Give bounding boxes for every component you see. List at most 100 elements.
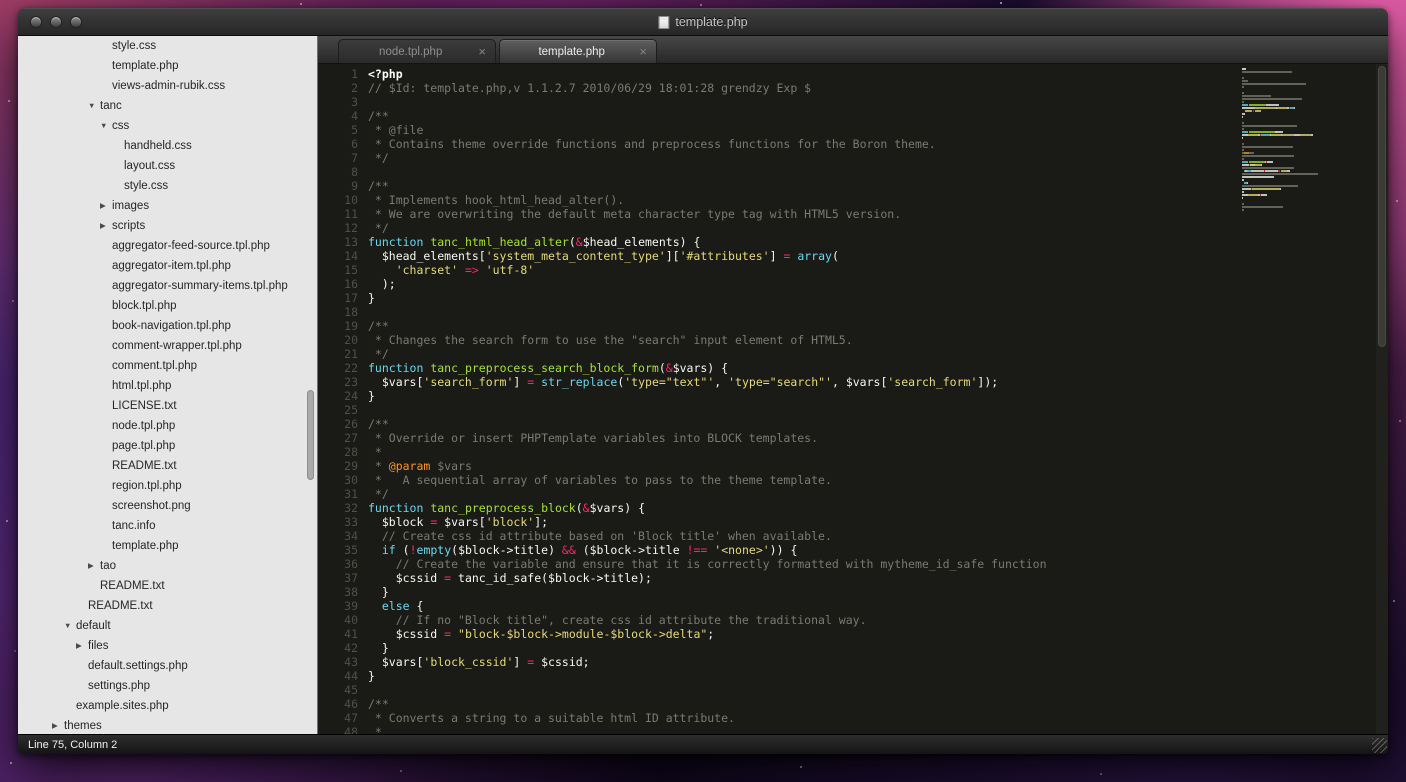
sidebar-item-images[interactable]: ▶images: [18, 196, 317, 216]
sidebar-item-handheld.css[interactable]: handheld.css: [18, 136, 317, 156]
sidebar-item-LICENSE.txt[interactable]: LICENSE.txt: [18, 396, 317, 416]
code-line-48[interactable]: *: [368, 725, 1228, 734]
sidebar-item-tanc.info[interactable]: tanc.info: [18, 516, 317, 536]
code-editor[interactable]: 1234567891011121314151617181920212223242…: [318, 64, 1388, 734]
code-line-35[interactable]: if (!empty($block->title) && ($block->ti…: [368, 543, 1228, 557]
sidebar-scrollbar-thumb[interactable]: [307, 390, 314, 480]
sidebar-item-scripts[interactable]: ▶scripts: [18, 216, 317, 236]
code-area[interactable]: <?php// $Id: template.php,v 1.1.2.7 2010…: [368, 67, 1228, 734]
sidebar-item-html.tpl.php[interactable]: html.tpl.php: [18, 376, 317, 396]
code-line-41[interactable]: $cssid = "block-$block->module-$block->d…: [368, 627, 1228, 641]
code-line-19[interactable]: /**: [368, 319, 1228, 333]
code-line-18[interactable]: [368, 305, 1228, 319]
code-line-16[interactable]: );: [368, 277, 1228, 291]
code-line-31[interactable]: */: [368, 487, 1228, 501]
code-line-46[interactable]: /**: [368, 697, 1228, 711]
sidebar-item-page.tpl.php[interactable]: page.tpl.php: [18, 436, 317, 456]
code-line-6[interactable]: * Contains theme override functions and …: [368, 137, 1228, 151]
sidebar-item-layout.css[interactable]: layout.css: [18, 156, 317, 176]
code-line-34[interactable]: // Create css id attribute based on 'Blo…: [368, 529, 1228, 543]
resize-grip[interactable]: [1372, 738, 1387, 753]
sidebar-item-region.tpl.php[interactable]: region.tpl.php: [18, 476, 317, 496]
code-line-47[interactable]: * Converts a string to a suitable html I…: [368, 711, 1228, 725]
sidebar-item-block.tpl.php[interactable]: block.tpl.php: [18, 296, 317, 316]
sidebar-item-README.txt[interactable]: README.txt: [18, 456, 317, 476]
sidebar-item-aggregator-item.tpl.php[interactable]: aggregator-item.tpl.php: [18, 256, 317, 276]
code-line-17[interactable]: }: [368, 291, 1228, 305]
sidebar-item-template.php[interactable]: template.php: [18, 56, 317, 76]
sidebar-item-aggregator-feed-source.tpl.php[interactable]: aggregator-feed-source.tpl.php: [18, 236, 317, 256]
code-line-33[interactable]: $block = $vars['block'];: [368, 515, 1228, 529]
disclosure-open-icon[interactable]: ▼: [64, 616, 76, 636]
close-button[interactable]: [30, 16, 42, 28]
sidebar-item-example.sites.php[interactable]: example.sites.php: [18, 696, 317, 716]
code-line-44[interactable]: }: [368, 669, 1228, 683]
disclosure-closed-icon[interactable]: ▶: [76, 636, 88, 656]
code-line-25[interactable]: [368, 403, 1228, 417]
sidebar-item-node.tpl.php[interactable]: node.tpl.php: [18, 416, 317, 436]
sidebar-item-template.php[interactable]: template.php: [18, 536, 317, 556]
code-line-20[interactable]: * Changes the search form to use the "se…: [368, 333, 1228, 347]
sidebar-item-comment-wrapper.tpl.php[interactable]: comment-wrapper.tpl.php: [18, 336, 317, 356]
code-line-21[interactable]: */: [368, 347, 1228, 361]
code-line-5[interactable]: * @file: [368, 123, 1228, 137]
code-line-15[interactable]: 'charset' => 'utf-8': [368, 263, 1228, 277]
code-line-22[interactable]: function tanc_preprocess_search_block_fo…: [368, 361, 1228, 375]
sidebar-item-tao[interactable]: ▶tao: [18, 556, 317, 576]
sidebar-item-style.css[interactable]: style.css: [18, 176, 317, 196]
code-line-1[interactable]: <?php: [368, 67, 1228, 81]
code-line-3[interactable]: [368, 95, 1228, 109]
disclosure-closed-icon[interactable]: ▶: [100, 196, 112, 216]
code-line-28[interactable]: *: [368, 445, 1228, 459]
code-line-30[interactable]: * A sequential array of variables to pas…: [368, 473, 1228, 487]
code-line-39[interactable]: else {: [368, 599, 1228, 613]
code-line-4[interactable]: /**: [368, 109, 1228, 123]
tab-node.tpl.php[interactable]: node.tpl.php×: [338, 39, 496, 63]
minimize-button[interactable]: [50, 16, 62, 28]
sidebar-item-views-admin-rubik.css[interactable]: views-admin-rubik.css: [18, 76, 317, 96]
code-line-32[interactable]: function tanc_preprocess_block(&$vars) {: [368, 501, 1228, 515]
editor-scrollbar-thumb[interactable]: [1378, 66, 1386, 347]
sidebar-item-themes[interactable]: ▶themes: [18, 716, 317, 734]
tab-close-icon[interactable]: ×: [478, 45, 486, 58]
minimap[interactable]: [1242, 68, 1372, 212]
editor-scrollbar[interactable]: [1376, 64, 1388, 734]
disclosure-closed-icon[interactable]: ▶: [52, 716, 64, 734]
code-line-13[interactable]: function tanc_html_head_alter(&$head_ele…: [368, 235, 1228, 249]
sidebar-item-css[interactable]: ▼css: [18, 116, 317, 136]
code-line-45[interactable]: [368, 683, 1228, 697]
code-line-43[interactable]: $vars['block_cssid'] = $cssid;: [368, 655, 1228, 669]
code-line-24[interactable]: }: [368, 389, 1228, 403]
disclosure-closed-icon[interactable]: ▶: [88, 556, 100, 576]
tab-close-icon[interactable]: ×: [639, 45, 647, 58]
sidebar-item-files[interactable]: ▶files: [18, 636, 317, 656]
code-line-26[interactable]: /**: [368, 417, 1228, 431]
code-line-29[interactable]: * @param $vars: [368, 459, 1228, 473]
code-line-10[interactable]: * Implements hook_html_head_alter().: [368, 193, 1228, 207]
zoom-button[interactable]: [70, 16, 82, 28]
code-line-12[interactable]: */: [368, 221, 1228, 235]
code-line-42[interactable]: }: [368, 641, 1228, 655]
tab-template.php[interactable]: template.php×: [499, 39, 657, 63]
sidebar-item-README.txt[interactable]: README.txt: [18, 596, 317, 616]
sidebar-item-comment.tpl.php[interactable]: comment.tpl.php: [18, 356, 317, 376]
sidebar-item-aggregator-summary-items.tpl.php[interactable]: aggregator-summary-items.tpl.php: [18, 276, 317, 296]
code-line-8[interactable]: [368, 165, 1228, 179]
sidebar-item-default.settings.php[interactable]: default.settings.php: [18, 656, 317, 676]
disclosure-open-icon[interactable]: ▼: [100, 116, 112, 136]
line-number-gutter[interactable]: 1234567891011121314151617181920212223242…: [318, 67, 358, 734]
code-line-36[interactable]: // Create the variable and ensure that i…: [368, 557, 1228, 571]
sidebar-item-settings.php[interactable]: settings.php: [18, 676, 317, 696]
code-line-27[interactable]: * Override or insert PHPTemplate variabl…: [368, 431, 1228, 445]
sidebar-item-style.css[interactable]: style.css: [18, 36, 317, 56]
sidebar-item-tanc[interactable]: ▼tanc: [18, 96, 317, 116]
code-line-11[interactable]: * We are overwriting the default meta ch…: [368, 207, 1228, 221]
code-line-14[interactable]: $head_elements['system_meta_content_type…: [368, 249, 1228, 263]
code-line-23[interactable]: $vars['search_form'] = str_replace('type…: [368, 375, 1228, 389]
sidebar-item-screenshot.png[interactable]: screenshot.png: [18, 496, 317, 516]
code-line-2[interactable]: // $Id: template.php,v 1.1.2.7 2010/06/2…: [368, 81, 1228, 95]
code-line-7[interactable]: */: [368, 151, 1228, 165]
code-line-40[interactable]: // If no "Block title", create css id at…: [368, 613, 1228, 627]
sidebar-item-book-navigation.tpl.php[interactable]: book-navigation.tpl.php: [18, 316, 317, 336]
code-line-38[interactable]: }: [368, 585, 1228, 599]
